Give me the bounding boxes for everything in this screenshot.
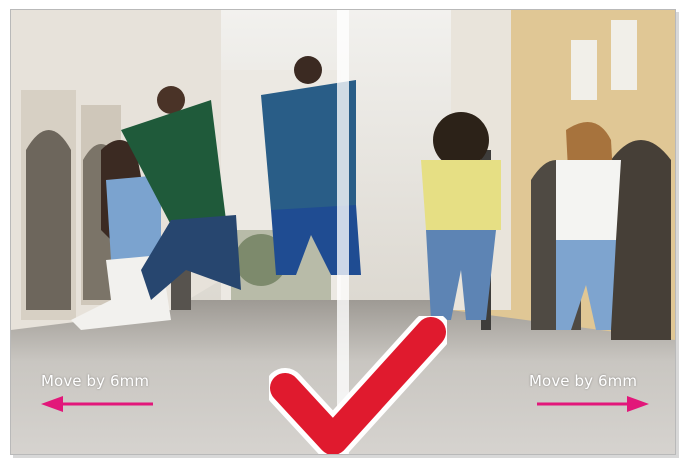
arrow-left-icon: [41, 396, 153, 412]
left-move-label: Move by 6mm: [41, 372, 150, 390]
checkmark-icon: [269, 316, 447, 454]
photo-frame: Move by 6mm Move by 6mm: [10, 9, 676, 455]
right-move-label: Move by 6mm: [529, 372, 638, 390]
street-photo: Move by 6mm Move by 6mm: [11, 10, 675, 454]
arrow-right-icon: [537, 396, 649, 412]
